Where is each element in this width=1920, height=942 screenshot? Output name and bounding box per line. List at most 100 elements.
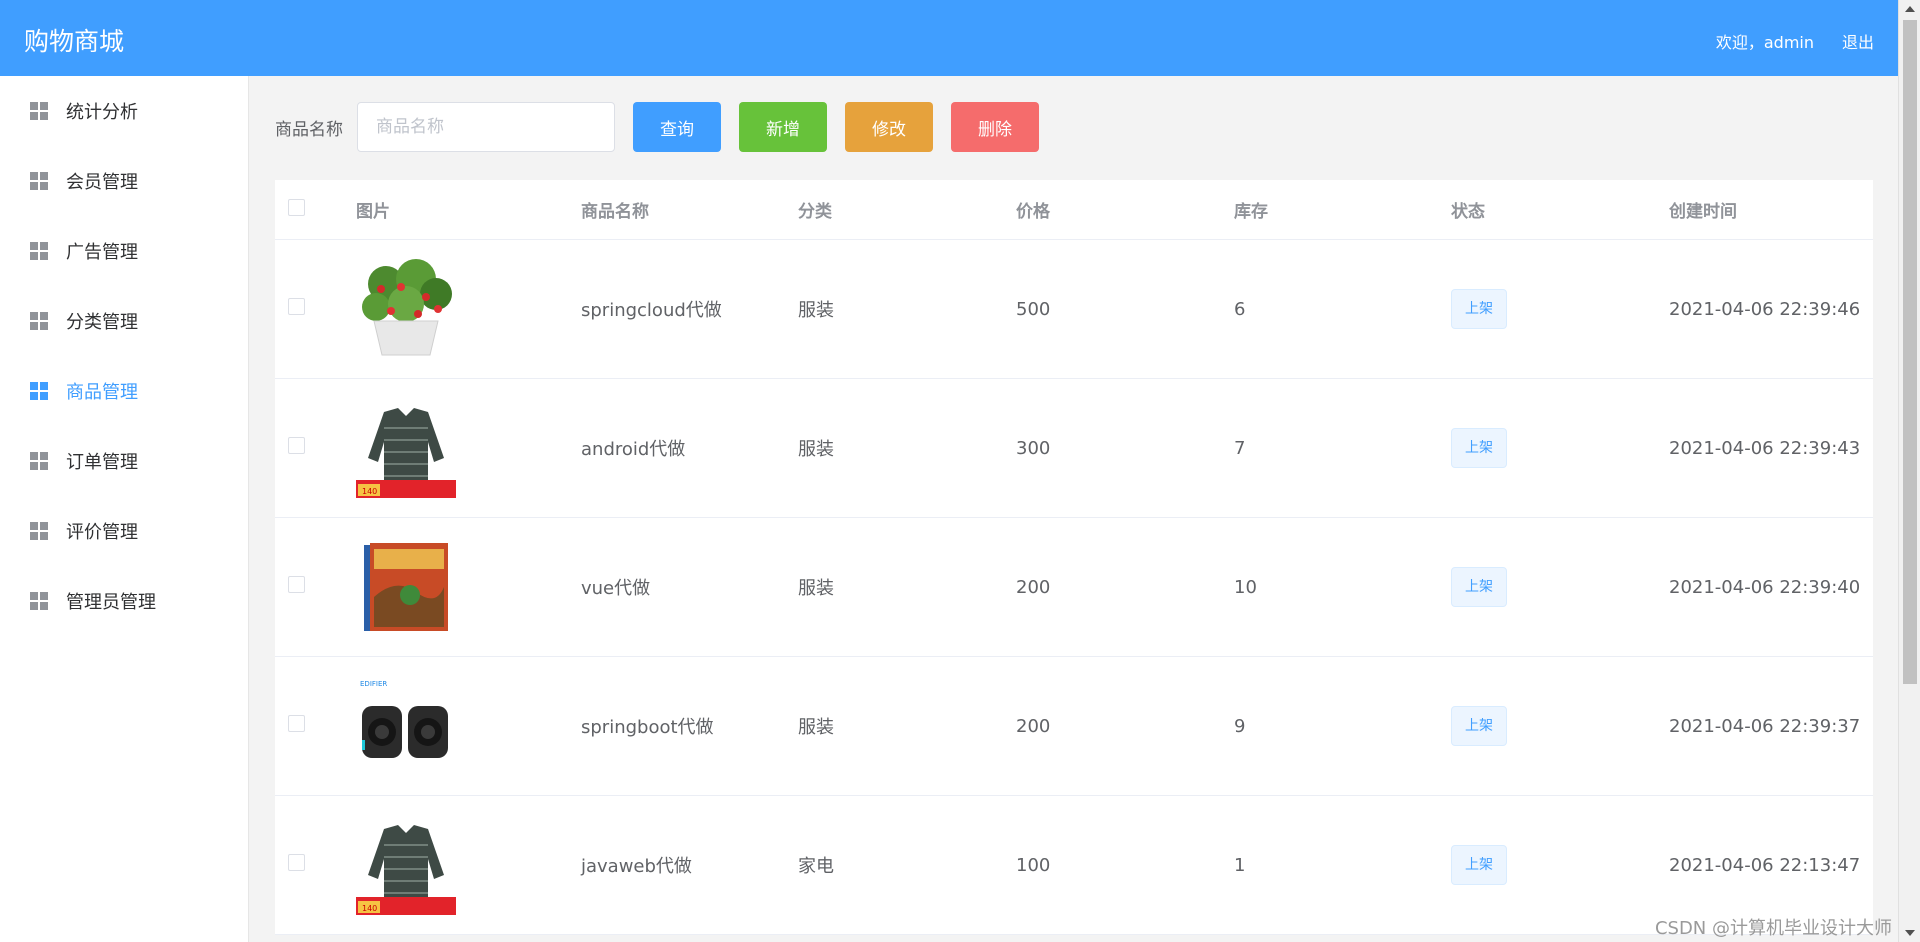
grid-icon bbox=[30, 592, 48, 610]
product-name: springboot代做 bbox=[581, 717, 714, 738]
svg-text:140: 140 bbox=[362, 487, 377, 496]
table-row[interactable]: vue代做 服装 200 10 上架 2021-04-06 22:39:40 bbox=[275, 518, 1873, 657]
grid-icon bbox=[30, 102, 48, 120]
product-stock: 1 bbox=[1234, 854, 1246, 876]
sidebar-item-label: 统计分析 bbox=[66, 102, 138, 123]
grid-icon bbox=[30, 452, 48, 470]
product-table: 图片 商品名称 分类 价格 库存 状态 创建时间 springcloud代做 服装… bbox=[275, 180, 1873, 935]
sidebar-item-label: 会员管理 bbox=[66, 172, 138, 193]
product-category: 服装 bbox=[798, 717, 834, 738]
row-checkbox[interactable] bbox=[288, 298, 305, 315]
row-checkbox[interactable] bbox=[288, 715, 305, 732]
product-price: 100 bbox=[1016, 854, 1051, 876]
scroll-down-icon[interactable] bbox=[1905, 930, 1915, 936]
row-checkbox[interactable] bbox=[288, 437, 305, 454]
edit-button[interactable]: 修改 bbox=[845, 102, 933, 152]
column-header-image: 图片 bbox=[356, 202, 390, 222]
watermark: CSDN @计算机毕业设计大师 bbox=[1654, 918, 1892, 939]
sidebar-item-6[interactable]: 评价管理 bbox=[0, 496, 248, 566]
product-category: 服装 bbox=[798, 578, 834, 599]
row-checkbox[interactable] bbox=[288, 854, 305, 871]
table-body: springcloud代做 服装 500 6 上架 2021-04-06 22:39:46… bbox=[275, 240, 1873, 935]
product-category: 家电 bbox=[798, 856, 834, 877]
product-category: 服装 bbox=[798, 300, 834, 321]
status-badge: 上架 bbox=[1451, 845, 1507, 885]
sidebar: 统计分析会员管理广告管理分类管理商品管理订单管理评价管理管理员管理 bbox=[0, 76, 249, 942]
grid-icon bbox=[30, 382, 48, 400]
top-header: 购物商城 欢迎，admin 退出 bbox=[0, 0, 1898, 76]
sidebar-item-label: 评价管理 bbox=[66, 522, 138, 543]
welcome-text: 欢迎，admin bbox=[1715, 33, 1814, 52]
column-header-stock: 库存 bbox=[1234, 202, 1268, 222]
product-created-time: 2021-04-06 22:39:37 bbox=[1669, 715, 1861, 737]
sidebar-item-label: 商品管理 bbox=[66, 382, 138, 403]
table-row[interactable]: 140 android代做 服装 300 7 上架 2021-04-06 22:39:43 bbox=[275, 379, 1873, 518]
grid-icon bbox=[30, 242, 48, 260]
product-category: 服装 bbox=[798, 439, 834, 460]
sidebar-item-4[interactable]: 商品管理 bbox=[0, 356, 248, 426]
scroll-up-icon[interactable] bbox=[1905, 6, 1915, 12]
product-name: springcloud代做 bbox=[581, 300, 722, 321]
app-title: 购物商城 bbox=[24, 27, 125, 56]
product-stock: 6 bbox=[1234, 298, 1246, 320]
product-name: javaweb代做 bbox=[581, 856, 692, 877]
table-row[interactable]: springcloud代做 服装 500 6 上架 2021-04-06 22:39:46 bbox=[275, 240, 1873, 379]
column-header-status: 状态 bbox=[1451, 202, 1485, 222]
table-row[interactable]: 140 javaweb代做 家电 100 1 上架 2021-04-06 22:13:47 bbox=[275, 796, 1873, 935]
product-image: EDIFIER bbox=[356, 676, 581, 776]
sidebar-item-5[interactable]: 订单管理 bbox=[0, 426, 248, 496]
product-image bbox=[356, 537, 581, 637]
logout-link[interactable]: 退出 bbox=[1842, 29, 1874, 53]
sidebar-item-7[interactable]: 管理员管理 bbox=[0, 566, 248, 636]
product-name: vue代做 bbox=[581, 578, 651, 599]
sidebar-item-3[interactable]: 分类管理 bbox=[0, 286, 248, 356]
product-created-time: 2021-04-06 22:39:40 bbox=[1669, 576, 1861, 598]
product-price: 200 bbox=[1016, 576, 1051, 598]
product-stock: 9 bbox=[1234, 715, 1246, 737]
product-price: 300 bbox=[1016, 437, 1051, 459]
sidebar-item-label: 订单管理 bbox=[66, 452, 138, 473]
sidebar-item-1[interactable]: 会员管理 bbox=[0, 146, 248, 216]
row-checkbox[interactable] bbox=[288, 576, 305, 593]
page-scrollbar[interactable] bbox=[1898, 0, 1920, 942]
sidebar-item-label: 广告管理 bbox=[66, 242, 138, 263]
grid-icon bbox=[30, 172, 48, 190]
svg-text:EDIFIER: EDIFIER bbox=[360, 680, 387, 688]
product-image bbox=[356, 259, 581, 359]
product-price: 200 bbox=[1016, 715, 1051, 737]
column-header-name: 商品名称 bbox=[581, 202, 649, 222]
sidebar-item-0[interactable]: 统计分析 bbox=[0, 76, 248, 146]
product-created-time: 2021-04-06 22:13:47 bbox=[1669, 854, 1861, 876]
query-button[interactable]: 查询 bbox=[633, 102, 721, 152]
product-created-time: 2021-04-06 22:39:43 bbox=[1669, 437, 1861, 459]
product-stock: 10 bbox=[1234, 576, 1257, 598]
column-header-category: 分类 bbox=[798, 202, 832, 222]
sidebar-item-2[interactable]: 广告管理 bbox=[0, 216, 248, 286]
product-name-input[interactable] bbox=[357, 102, 615, 152]
grid-icon bbox=[30, 312, 48, 330]
status-badge: 上架 bbox=[1451, 428, 1507, 468]
table-row[interactable]: EDIFIER springboot代做 服装 200 9 上架 2021-04-06 22… bbox=[275, 657, 1873, 796]
product-price: 500 bbox=[1016, 298, 1051, 320]
table-header: 图片 商品名称 分类 价格 库存 状态 创建时间 bbox=[275, 180, 1873, 240]
grid-icon bbox=[30, 522, 48, 540]
delete-button[interactable]: 删除 bbox=[951, 102, 1039, 152]
status-badge: 上架 bbox=[1451, 706, 1507, 746]
status-badge: 上架 bbox=[1451, 567, 1507, 607]
product-image: 140 bbox=[356, 398, 581, 498]
product-name: android代做 bbox=[581, 439, 686, 460]
select-all-checkbox[interactable] bbox=[288, 198, 305, 216]
scrollbar-thumb[interactable] bbox=[1903, 20, 1917, 684]
search-toolbar: 商品名称 查询 新增 修改 删除 bbox=[275, 102, 1039, 152]
sidebar-item-label: 分类管理 bbox=[66, 312, 138, 333]
column-header-price: 价格 bbox=[1016, 202, 1050, 222]
product-image: 140 bbox=[356, 815, 581, 915]
status-badge: 上架 bbox=[1451, 289, 1507, 329]
product-created-time: 2021-04-06 22:39:46 bbox=[1669, 298, 1861, 320]
product-stock: 7 bbox=[1234, 437, 1246, 459]
column-header-created: 创建时间 bbox=[1669, 202, 1737, 222]
sidebar-item-label: 管理员管理 bbox=[66, 592, 156, 613]
svg-text:140: 140 bbox=[362, 904, 377, 913]
search-label: 商品名称 bbox=[275, 119, 343, 140]
add-button[interactable]: 新增 bbox=[739, 102, 827, 152]
